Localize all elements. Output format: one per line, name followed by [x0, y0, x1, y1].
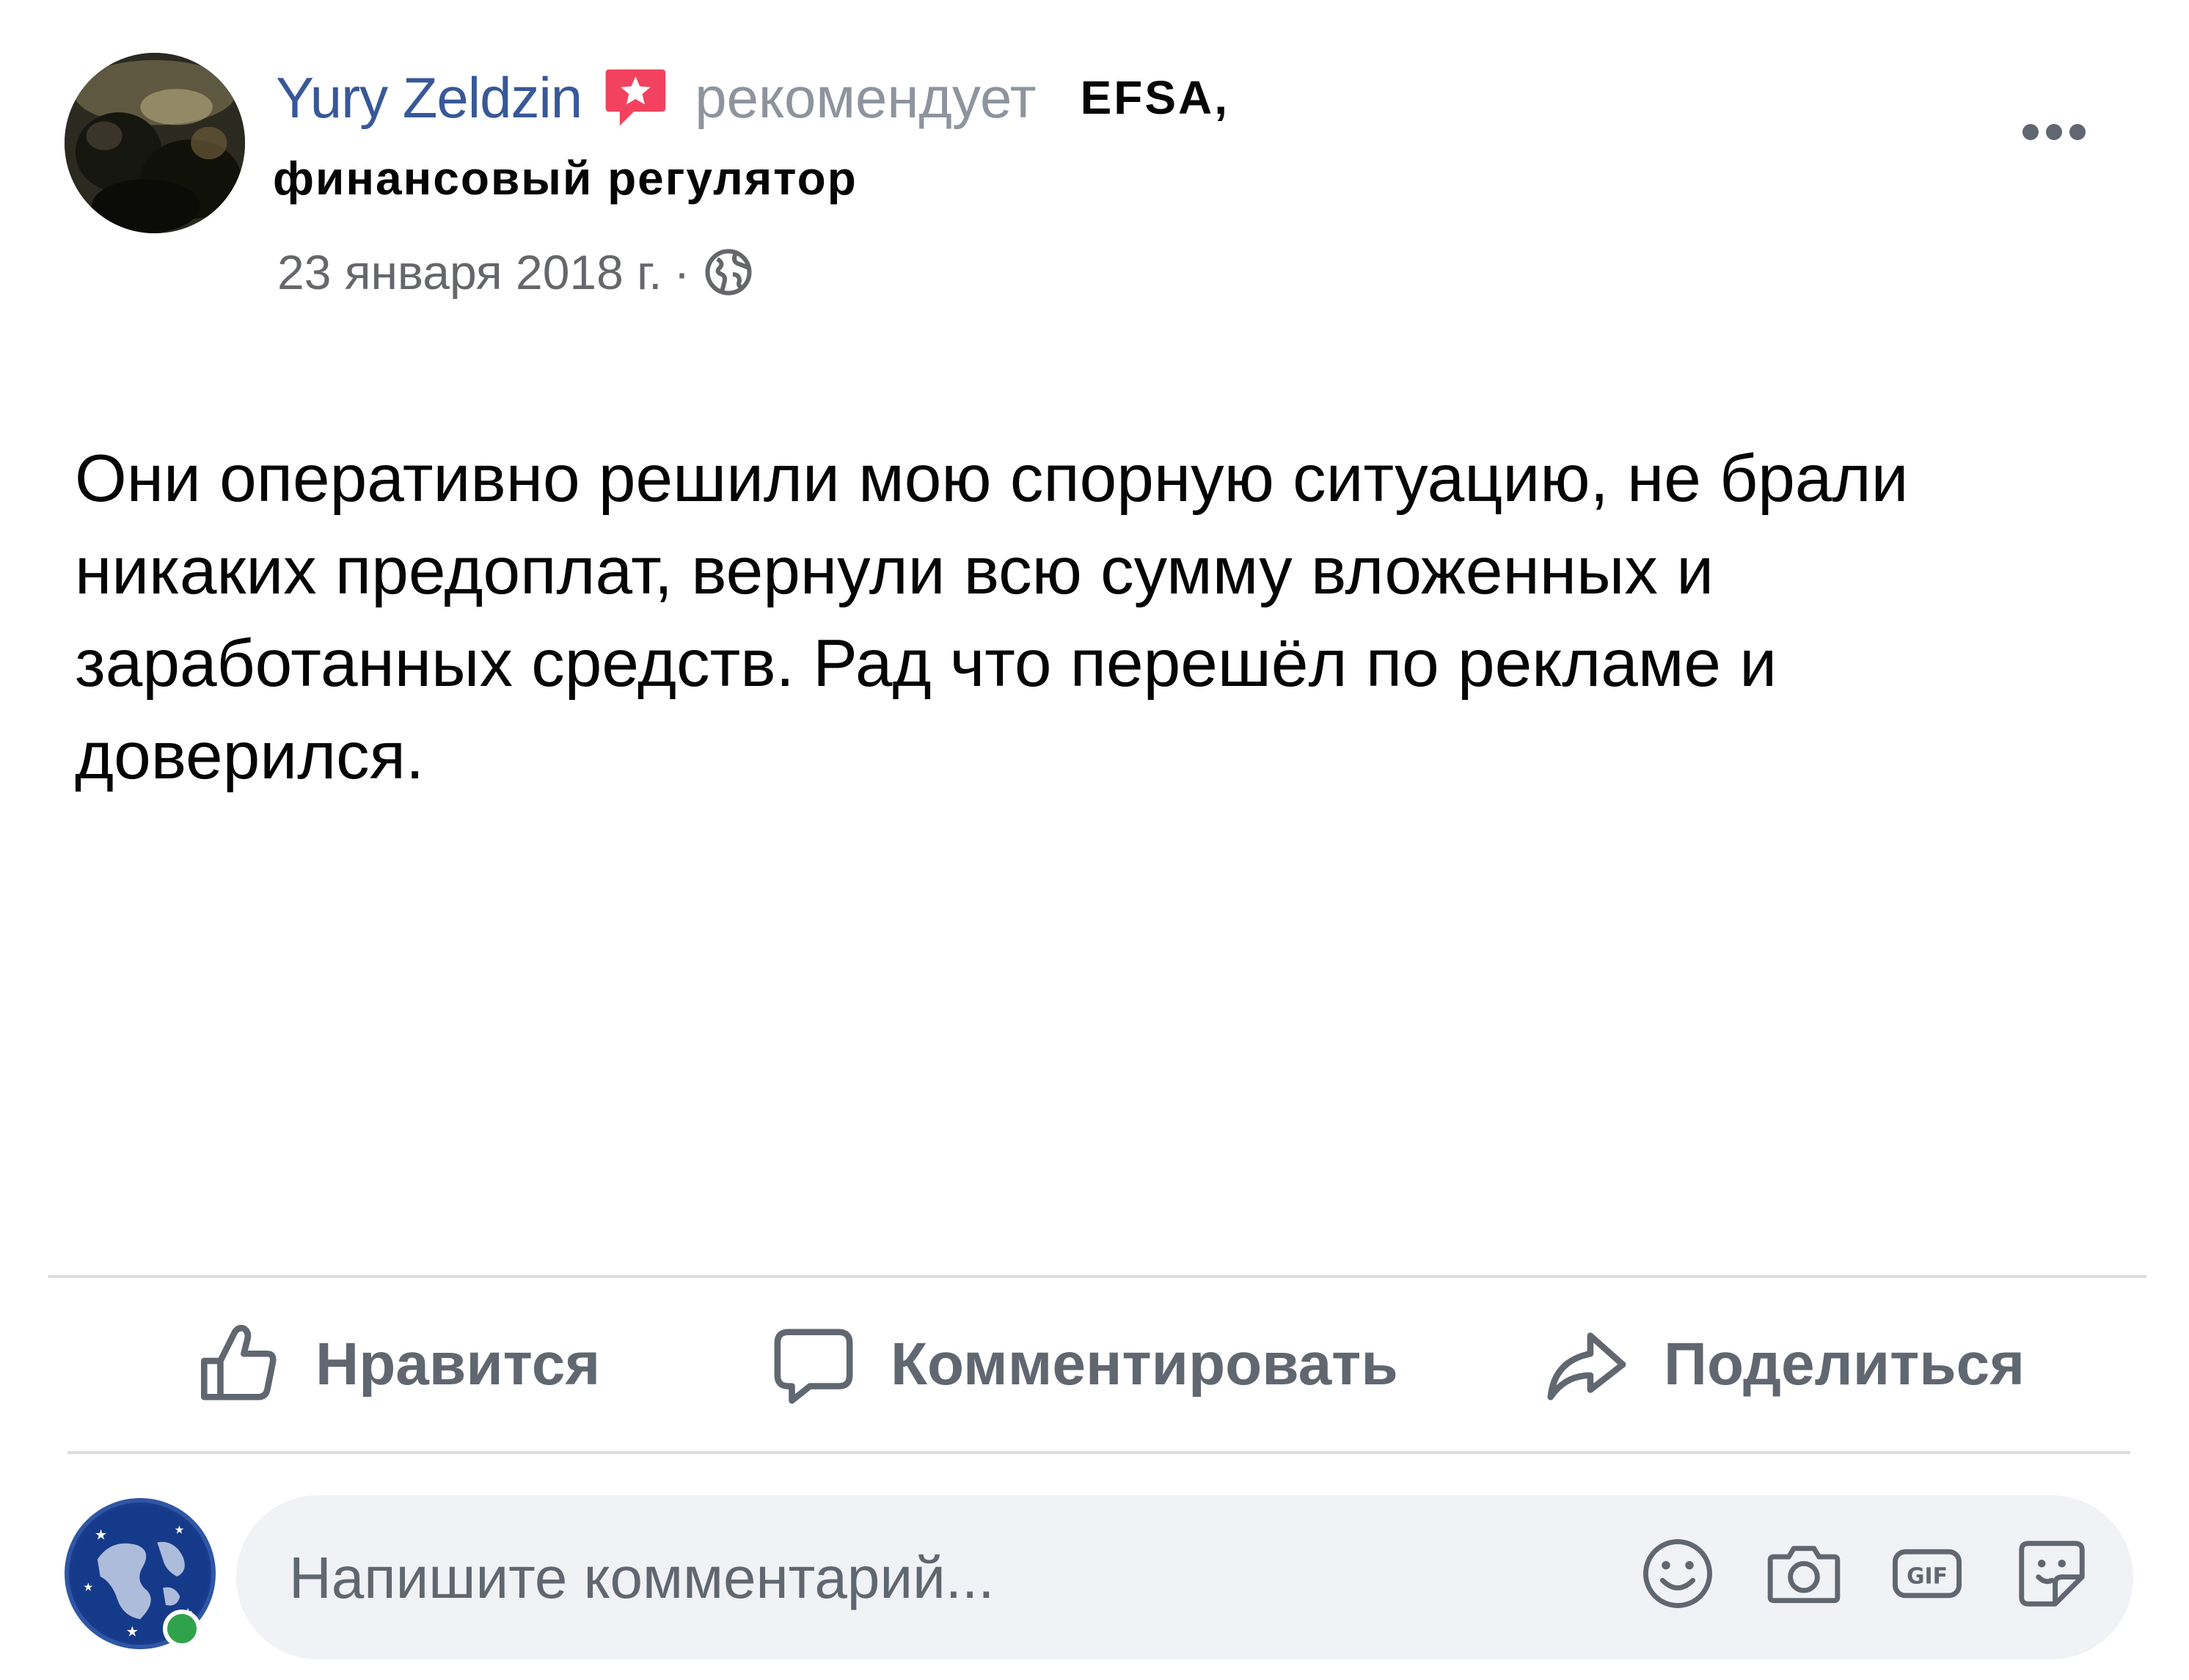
divider	[48, 1275, 2146, 1278]
post-text: Они оперативно решили мою спорную ситуац…	[75, 442, 1909, 793]
globe-icon[interactable]	[702, 246, 755, 299]
review-post: Yury Zeldzin рекомендует EFSA, финансовы…	[0, 0, 2189, 1680]
author-avatar-image	[65, 53, 245, 233]
recommend-verb: рекомендует	[695, 65, 1037, 130]
svg-text:★: ★	[83, 1580, 93, 1593]
share-arrow-icon	[1543, 1321, 1630, 1408]
comment-composer[interactable]: GIF	[236, 1495, 2133, 1661]
like-button[interactable]: Нравится	[195, 1313, 600, 1416]
share-button[interactable]: Поделиться	[1543, 1313, 2025, 1416]
svg-text:★: ★	[126, 1623, 139, 1640]
post-meta: 23 января 2018 г. ·	[277, 239, 755, 305]
camera-icon[interactable]	[1764, 1533, 1844, 1614]
svg-text:★: ★	[175, 1524, 185, 1537]
share-label: Поделиться	[1664, 1331, 2025, 1398]
post-header: Yury Zeldzin рекомендует EFSA,	[276, 57, 1229, 138]
comment-bubble-icon	[770, 1321, 857, 1408]
recommended-page-subtitle[interactable]: финансовый регулятор	[273, 151, 858, 205]
author-name-link[interactable]: Yury Zeldzin	[276, 65, 582, 131]
divider	[67, 1451, 2130, 1454]
like-label: Нравится	[315, 1331, 601, 1398]
svg-text:★: ★	[95, 1526, 107, 1543]
author-avatar[interactable]	[65, 53, 245, 233]
emoji-icon[interactable]	[1637, 1533, 1718, 1614]
comment-label: Комментировать	[891, 1331, 1398, 1398]
more-dots-icon	[2022, 124, 2039, 140]
online-status-indicator	[163, 1610, 201, 1648]
more-dot	[2069, 124, 2086, 140]
comment-button[interactable]: Комментировать	[770, 1313, 1398, 1416]
post-date-link[interactable]: 23 января 2018 г.	[277, 244, 662, 300]
sticker-icon[interactable]	[2011, 1533, 2092, 1614]
meta-separator: ·	[673, 245, 690, 299]
recommended-page-link[interactable]: EFSA,	[1081, 70, 1229, 125]
recommendation-star-icon	[598, 62, 670, 133]
more-options-button[interactable]	[2010, 110, 2098, 154]
svg-text:GIF: GIF	[1907, 1564, 1948, 1590]
more-dot	[2046, 124, 2062, 140]
gif-icon[interactable]: GIF	[1887, 1533, 1967, 1614]
comment-input[interactable]	[288, 1495, 1611, 1661]
thumbs-up-icon	[195, 1321, 282, 1408]
